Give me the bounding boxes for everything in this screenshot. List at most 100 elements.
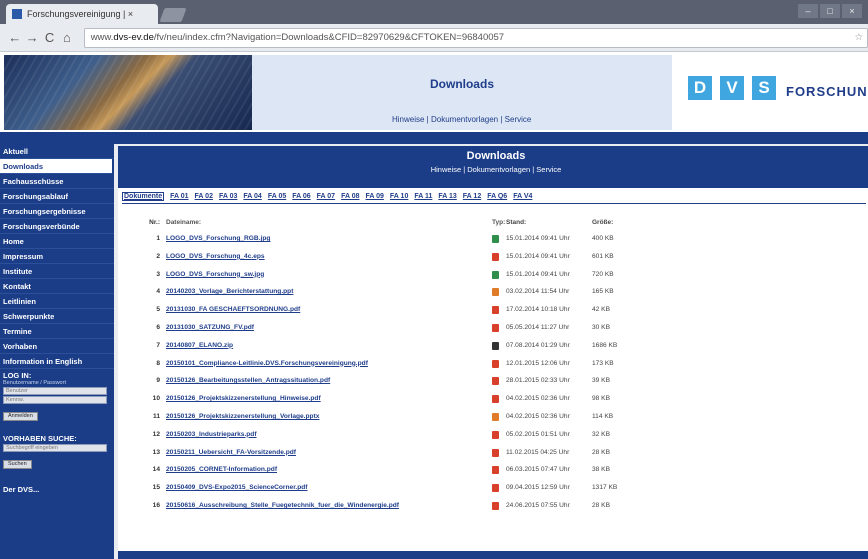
file-link[interactable]: 20150205_CORNET-Information.pdf (166, 466, 496, 473)
header-links[interactable]: Hinweise | Dokumentvorlagen | Service (392, 115, 531, 124)
tab-fa-01[interactable]: FA 01 (170, 193, 188, 200)
file-link[interactable]: 20150616_Ausschreibung_Stelle_Fuegetechn… (166, 502, 496, 509)
login-button[interactable]: Anmelden (3, 412, 38, 421)
col-header-nr: Nr.: (149, 219, 160, 226)
tab-fa-02[interactable]: FA 02 (195, 193, 213, 200)
file-link[interactable]: 20150126_Projektskizzenerstellung_Hinwei… (166, 395, 496, 402)
file-link[interactable]: 20150101_Compliance-Leitlinie.DVS.Forsch… (166, 360, 496, 367)
bookmark-star-icon[interactable]: ☆ (854, 32, 863, 43)
url-path: /fv/neu/index.cfm?Navigation=Downloads&C… (153, 32, 505, 43)
sidebar-item-termine[interactable]: Termine (0, 324, 114, 339)
sidebar-item-forschungsergebnisse[interactable]: Forschungsergebnisse (0, 204, 114, 219)
sidebar-item-kontakt[interactable]: Kontakt (0, 279, 114, 294)
title-bar: Forschungsvereinigung | × – □ × (0, 0, 868, 24)
tab-fa-q6[interactable]: FA Q6 (487, 193, 507, 200)
file-date: 15.01.2014 09:41 Uhr (506, 235, 570, 242)
row-number: 7 (156, 341, 160, 349)
file-link[interactable]: 20150409_DVS-Expo2015_ScienceCorner.pdf (166, 484, 496, 491)
sidebar-item-der-dvs[interactable]: Der DVS... (0, 482, 114, 497)
minimize-button[interactable]: – (798, 4, 818, 18)
tab-fa-04[interactable]: FA 04 (243, 193, 261, 200)
tab-fa-08[interactable]: FA 08 (341, 193, 359, 200)
sidebar-item-forschungsverb-nde[interactable]: Forschungsverbünde (0, 219, 114, 234)
page-viewport: Downloads Hinweise | Dokumentvorlagen | … (0, 52, 868, 559)
pdf-file-icon (492, 359, 500, 368)
content-header: Downloads Hinweise | Dokumentvorlagen | … (118, 146, 868, 188)
tab-fa-09[interactable]: FA 09 (366, 193, 384, 200)
sidebar-item-home[interactable]: Home (0, 234, 114, 249)
file-size: 720 KB (592, 270, 614, 278)
file-size: 173 KB (592, 359, 614, 367)
file-size: 114 KB (592, 412, 614, 420)
sidebar-item-leitlinien[interactable]: Leitlinien (0, 294, 114, 309)
sidebar-item-aktuell[interactable]: Aktuell (0, 144, 114, 159)
close-button[interactable]: × (842, 4, 862, 18)
tab-fa-13[interactable]: FA 13 (438, 193, 456, 200)
sidebar-item-fachaussch-sse[interactable]: Fachausschüsse (0, 174, 114, 189)
tab-fa-07[interactable]: FA 07 (317, 193, 335, 200)
file-size: 400 KB (592, 235, 614, 242)
file-link[interactable]: 20150126_Projektskizzenerstellung_Vorlag… (166, 413, 496, 420)
row-number: 8 (156, 359, 160, 367)
back-arrow-icon[interactable]: ← (6, 30, 23, 45)
browser-tab[interactable]: Forschungsvereinigung | × (6, 4, 158, 24)
row-number: 16 (152, 501, 160, 509)
tab-fa-05[interactable]: FA 05 (268, 193, 286, 200)
table-header-row: Nr.: Dateiname: Typ: Stand: Größe: (146, 219, 646, 235)
search-title: VORHABEN SUCHE: (3, 434, 77, 443)
forward-arrow-icon[interactable]: → (23, 30, 40, 45)
sidebar-item-forschungsablauf[interactable]: Forschungsablauf (0, 189, 114, 204)
tab-fa-v4[interactable]: FA V4 (513, 193, 532, 200)
file-date: 04.02.2015 02:36 Uhr (506, 395, 570, 403)
file-link[interactable]: 20140203_Vorlage_Berichterstattung.ppt (166, 288, 496, 295)
table-row: 2 LOGO_DVS_Forschung_4c.eps 15.01.2014 09:… (146, 252, 646, 271)
file-date: 07.08.2014 01:29 Uhr (506, 341, 570, 349)
table-row: 16 20150616_Ausschreibung_Stelle_Fuegetec… (146, 501, 646, 520)
tab-fa-03[interactable]: FA 03 (219, 193, 237, 200)
file-date: 04.02.2015 02:36 Uhr (506, 412, 570, 420)
file-date: 11.02.2015 04:25 Uhr (506, 448, 570, 456)
file-link[interactable]: 20150211_Uebersicht_FA-Vorsitzende.pdf (166, 449, 496, 456)
file-link[interactable]: 20131030_SATZUNG_FV.pdf (166, 324, 496, 331)
tab-fa-12[interactable]: FA 12 (463, 193, 481, 200)
file-link[interactable]: 20140807_ELANO.zip (166, 342, 496, 349)
file-date: 24.06.2015 07:55 Uhr (506, 501, 570, 509)
file-link[interactable]: LOGO_DVS_Forschung_sw.jpg (166, 271, 496, 278)
file-link[interactable]: 20131030_FA GESCHAEFTSORDNUNG.pdf (166, 306, 496, 313)
address-bar[interactable]: www. dvs-ev.de/fv/neu/index.cfm?Navigatio… (83, 27, 868, 48)
file-link[interactable]: LOGO_DVS_Forschung_RGB.jpg (166, 235, 496, 242)
logo-letter-d: D (688, 76, 712, 100)
tab-dokumente[interactable]: Dokumente (122, 192, 165, 201)
sidebar-item-vorhaben[interactable]: Vorhaben (0, 339, 114, 354)
file-link[interactable]: LOGO_DVS_Forschung_4c.eps (166, 253, 496, 260)
dvs-logo[interactable]: D V S FORSCHUNG (682, 70, 868, 110)
home-icon[interactable]: ⌂ (58, 30, 75, 45)
username-input[interactable]: Benutzer (3, 387, 107, 395)
file-date: 05.05.2014 11:27 Uhr (506, 323, 570, 331)
row-number: 13 (152, 448, 160, 456)
sidebar-item-information-in-english[interactable]: Information in English (0, 354, 114, 369)
tab-fa-06[interactable]: FA 06 (292, 193, 310, 200)
file-link[interactable]: 20150126_Bearbeitungsstellen_Antragssitu… (166, 377, 496, 384)
tab-fa-10[interactable]: FA 10 (390, 193, 408, 200)
sidebar-item-schwerpunkte[interactable]: Schwerpunkte (0, 309, 114, 324)
file-size: 38 KB (592, 466, 610, 474)
maximize-button[interactable]: □ (820, 4, 840, 18)
search-input[interactable]: Suchbegriff eingeben (3, 444, 107, 452)
browser-window: Forschungsvereinigung | × – □ × ← → C ⌂ … (0, 0, 868, 559)
search-button[interactable]: Suchen (3, 460, 32, 469)
col-header-stand: Stand: (506, 219, 527, 226)
sidebar-menu: Aktuell Downloads Fachausschüsse Forschungs… (0, 144, 114, 369)
new-tab-button[interactable] (159, 8, 187, 22)
img-file-icon (492, 235, 500, 243)
password-input[interactable]: Kennw. (3, 396, 107, 404)
reload-icon[interactable]: C (41, 30, 58, 45)
file-size: 39 KB (592, 377, 610, 385)
content-links[interactable]: Hinweise | Dokumentvorlagen | Service (118, 165, 868, 174)
sidebar-item-downloads[interactable]: Downloads (0, 159, 112, 174)
sidebar-item-institute[interactable]: Institute (0, 264, 114, 279)
pdf-file-icon (492, 448, 500, 457)
tab-fa-11[interactable]: FA 11 (414, 193, 432, 200)
file-link[interactable]: 20150203_Industrieparks.pdf (166, 431, 496, 438)
sidebar-item-impressum[interactable]: Impressum (0, 249, 114, 264)
